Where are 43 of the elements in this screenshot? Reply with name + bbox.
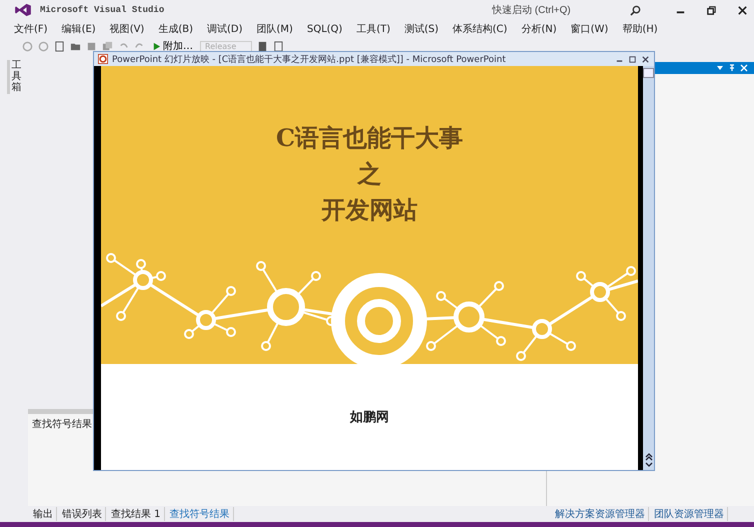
dropdown-icon[interactable]: [716, 64, 724, 72]
menu-item[interactable]: 编辑(E): [62, 22, 96, 36]
search-icon[interactable]: [630, 4, 641, 16]
scroll-thumb[interactable]: [643, 68, 654, 78]
panel-tab[interactable]: 查找符号结果: [166, 507, 234, 521]
menu-item[interactable]: 工具(T): [356, 22, 390, 36]
menu-item[interactable]: 团队(M): [256, 22, 293, 36]
menu-item[interactable]: 帮助(H): [622, 22, 658, 36]
menu-item[interactable]: 测试(S): [404, 22, 439, 36]
panel-title: 查找符号结果: [32, 419, 92, 430]
panel-tab[interactable]: 查找结果 1: [108, 507, 165, 521]
scrollbar[interactable]: [643, 66, 654, 470]
slide-title: 开发网站: [322, 194, 418, 226]
menu-item[interactable]: 视图(V): [110, 22, 144, 36]
document-icon[interactable]: [257, 40, 268, 52]
close-icon[interactable]: [641, 54, 650, 64]
close-icon[interactable]: [737, 4, 748, 16]
menu-item[interactable]: 分析(N): [521, 22, 557, 36]
window-title: Microsoft Visual Studio: [40, 5, 164, 15]
quick-launch-field[interactable]: 快速启动 (Ctrl+Q): [492, 3, 622, 17]
menu-item[interactable]: 窗口(W): [570, 22, 608, 36]
slide-footer: 如鹏网: [350, 408, 389, 424]
menu-item[interactable]: 文件(F): [14, 22, 48, 36]
panel-tab[interactable]: 错误列表: [59, 507, 106, 521]
menu-item[interactable]: SQL(Q): [306, 24, 342, 34]
panel-tab[interactable]: 输出: [30, 507, 57, 521]
slide-title: C语言也能干大事: [276, 122, 464, 154]
menu-item[interactable]: 调试(D): [207, 22, 243, 36]
restore-icon[interactable]: [706, 4, 717, 16]
panel-tab[interactable]: 解决方案资源管理器: [552, 507, 649, 521]
menu-item[interactable]: 体系结构(C): [452, 22, 508, 36]
attach-button[interactable]: 附加…: [150, 39, 195, 53]
powerpoint-icon: [98, 54, 108, 64]
panel-tab[interactable]: 团队资源管理器: [651, 507, 728, 521]
visual-studio-logo-icon: [14, 3, 32, 17]
menu-item[interactable]: 生成(B): [158, 22, 194, 36]
pin-icon[interactable]: [728, 64, 736, 72]
slide-title: 之: [358, 158, 382, 190]
page-nav-icon[interactable]: [644, 452, 652, 468]
maximize-icon[interactable]: [628, 54, 637, 64]
new-project-icon[interactable]: [54, 40, 65, 52]
slideshow-title: PowerPoint 幻灯片放映 - [C语言也能干大事之开发网站.ppt [兼容模式]] - Microsoft PowerPoint: [112, 54, 506, 66]
toolbox-tab[interactable]: 工具箱: [6, 60, 22, 94]
